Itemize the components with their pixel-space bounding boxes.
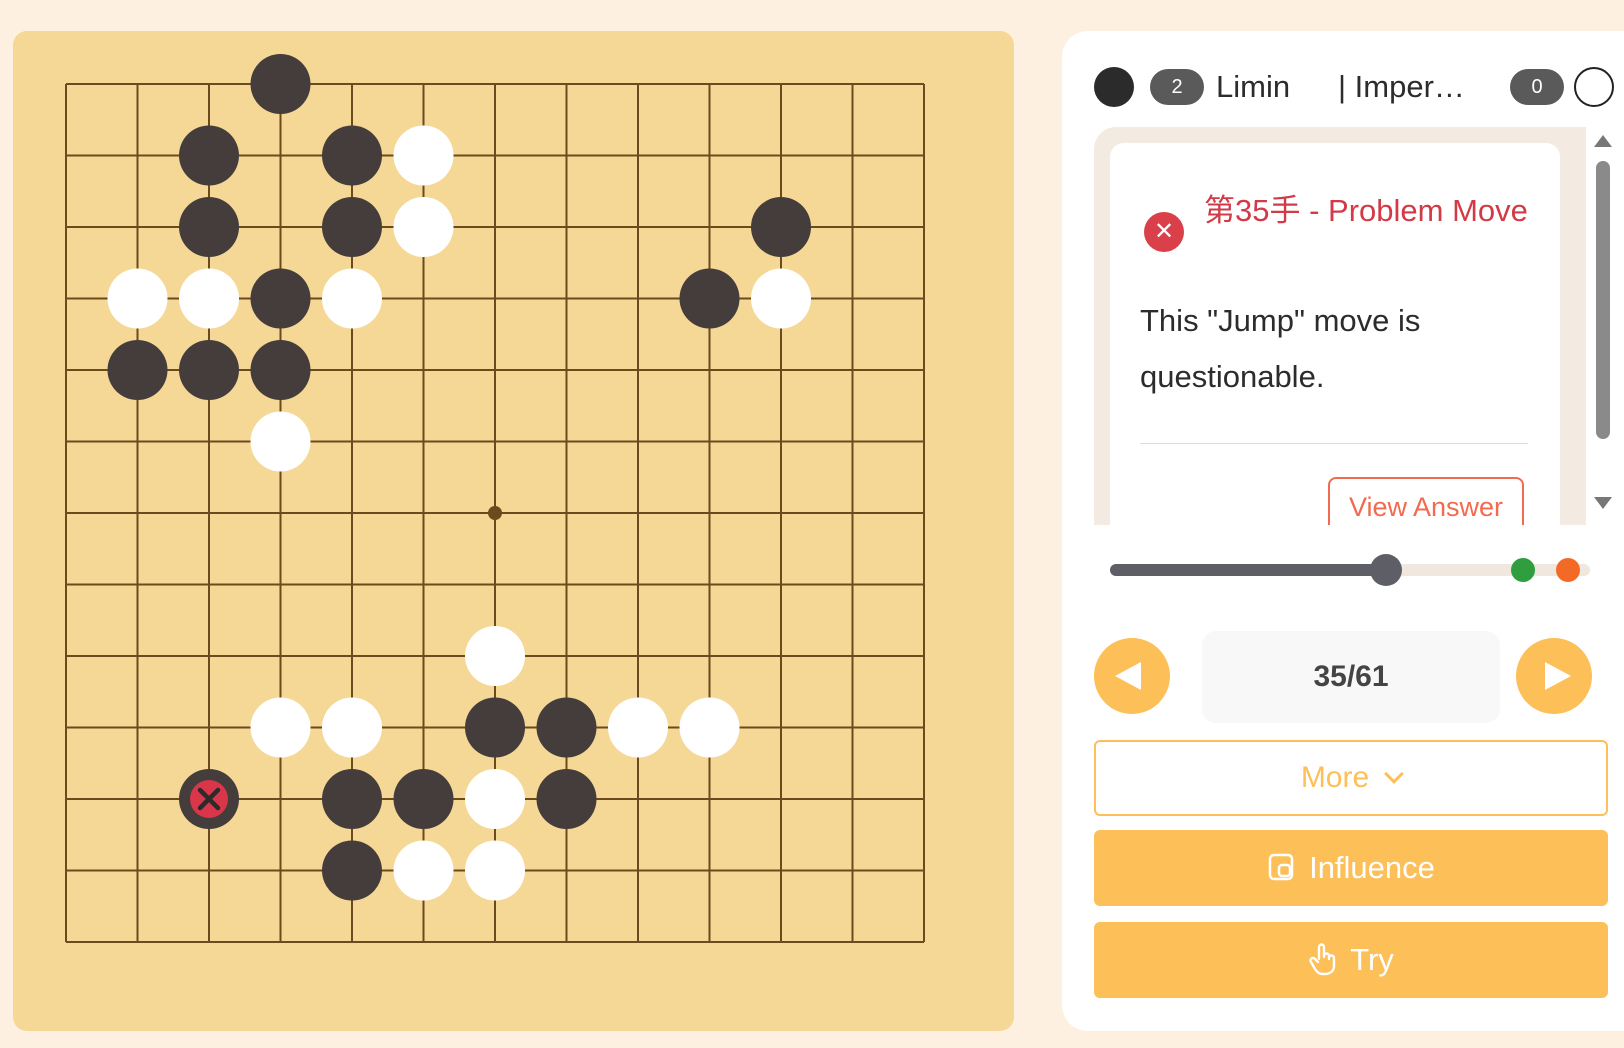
white-stone (107, 268, 168, 329)
comment-title: 第35手 - Problem Move (1204, 193, 1528, 228)
comment-scrollbar[interactable] (1590, 127, 1616, 525)
influence-icon (1268, 853, 1294, 881)
comment-body: This "Jump" move is questionable. (1140, 303, 1421, 394)
scroll-up-arrow-icon[interactable] (1594, 135, 1612, 147)
previous-move-button[interactable] (1094, 638, 1170, 714)
triangle-left-icon (1115, 662, 1141, 690)
white-stone (393, 197, 454, 257)
try-button[interactable]: Try (1094, 922, 1608, 998)
white-stone (393, 125, 454, 186)
white-stone (465, 626, 525, 686)
white-captures-badge: 0 (1510, 69, 1564, 105)
white-stone (322, 268, 382, 329)
black-stone (179, 340, 239, 400)
black-stone (250, 340, 311, 400)
white-stone-icon (1574, 67, 1614, 107)
close-icon: ✕ (1144, 212, 1184, 252)
white-stone (465, 840, 525, 901)
player-bar: 2 Limin | Imper… 0 (1094, 65, 1614, 109)
black-captures-badge: 2 (1150, 69, 1204, 105)
try-label: Try (1350, 942, 1394, 977)
go-board[interactable] (13, 31, 1014, 1031)
comment-box[interactable]: ✕ 第35手 - Problem Move This "Jump" move i… (1094, 127, 1586, 525)
black-stone (322, 840, 382, 901)
more-button[interactable]: More (1094, 740, 1608, 816)
influence-label: Influence (1309, 850, 1435, 885)
black-stone (536, 697, 597, 758)
black-stone (322, 197, 382, 257)
black-stone (322, 769, 382, 829)
white-stone (608, 697, 668, 758)
black-stone (536, 769, 597, 829)
white-player-name: | Imper… (1338, 69, 1465, 104)
black-player-name: Limin (1216, 69, 1291, 104)
board-grid[interactable] (13, 31, 1014, 1031)
black-stone (465, 697, 525, 758)
black-stone-icon (1094, 67, 1134, 107)
white-stone (751, 268, 811, 329)
slider-thumb[interactable] (1370, 554, 1402, 586)
white-stone (322, 697, 382, 758)
white-stone (465, 769, 525, 829)
black-stone (322, 125, 382, 186)
next-move-button[interactable] (1516, 638, 1592, 714)
black-stone (393, 769, 454, 829)
white-stone (179, 268, 239, 329)
triangle-right-icon (1545, 662, 1571, 690)
view-answer-button[interactable]: View Answer (1328, 477, 1524, 525)
black-stone (250, 268, 311, 329)
scroll-down-arrow-icon[interactable] (1594, 497, 1612, 509)
white-stone (250, 697, 311, 758)
black-stone (179, 125, 239, 186)
slider-fill (1110, 564, 1386, 576)
scroll-thumb[interactable] (1596, 161, 1610, 439)
move-counter: 35/61 (1202, 631, 1500, 723)
black-stone (107, 340, 168, 400)
black-stone (179, 197, 239, 257)
more-label: More (1300, 761, 1370, 794)
influence-button[interactable]: Influence (1094, 830, 1608, 906)
problem-move-marker[interactable] (1556, 558, 1581, 582)
chevron-down-icon (1384, 764, 1405, 784)
good-move-marker[interactable] (1510, 558, 1535, 582)
hand-pointer-icon (1309, 943, 1336, 976)
star-point (488, 506, 502, 520)
white-stone (393, 840, 454, 901)
move-slider[interactable] (1110, 552, 1590, 588)
comment-card: ✕ 第35手 - Problem Move This "Jump" move i… (1110, 143, 1560, 525)
review-panel: 2 Limin | Imper… 0 ✕ 第35手 - Problem Move… (1062, 31, 1624, 1031)
white-stone (679, 697, 740, 758)
white-stone (250, 411, 311, 472)
black-stone (679, 268, 740, 329)
black-stone (250, 54, 311, 114)
divider (1140, 443, 1528, 444)
black-stone (751, 197, 811, 257)
